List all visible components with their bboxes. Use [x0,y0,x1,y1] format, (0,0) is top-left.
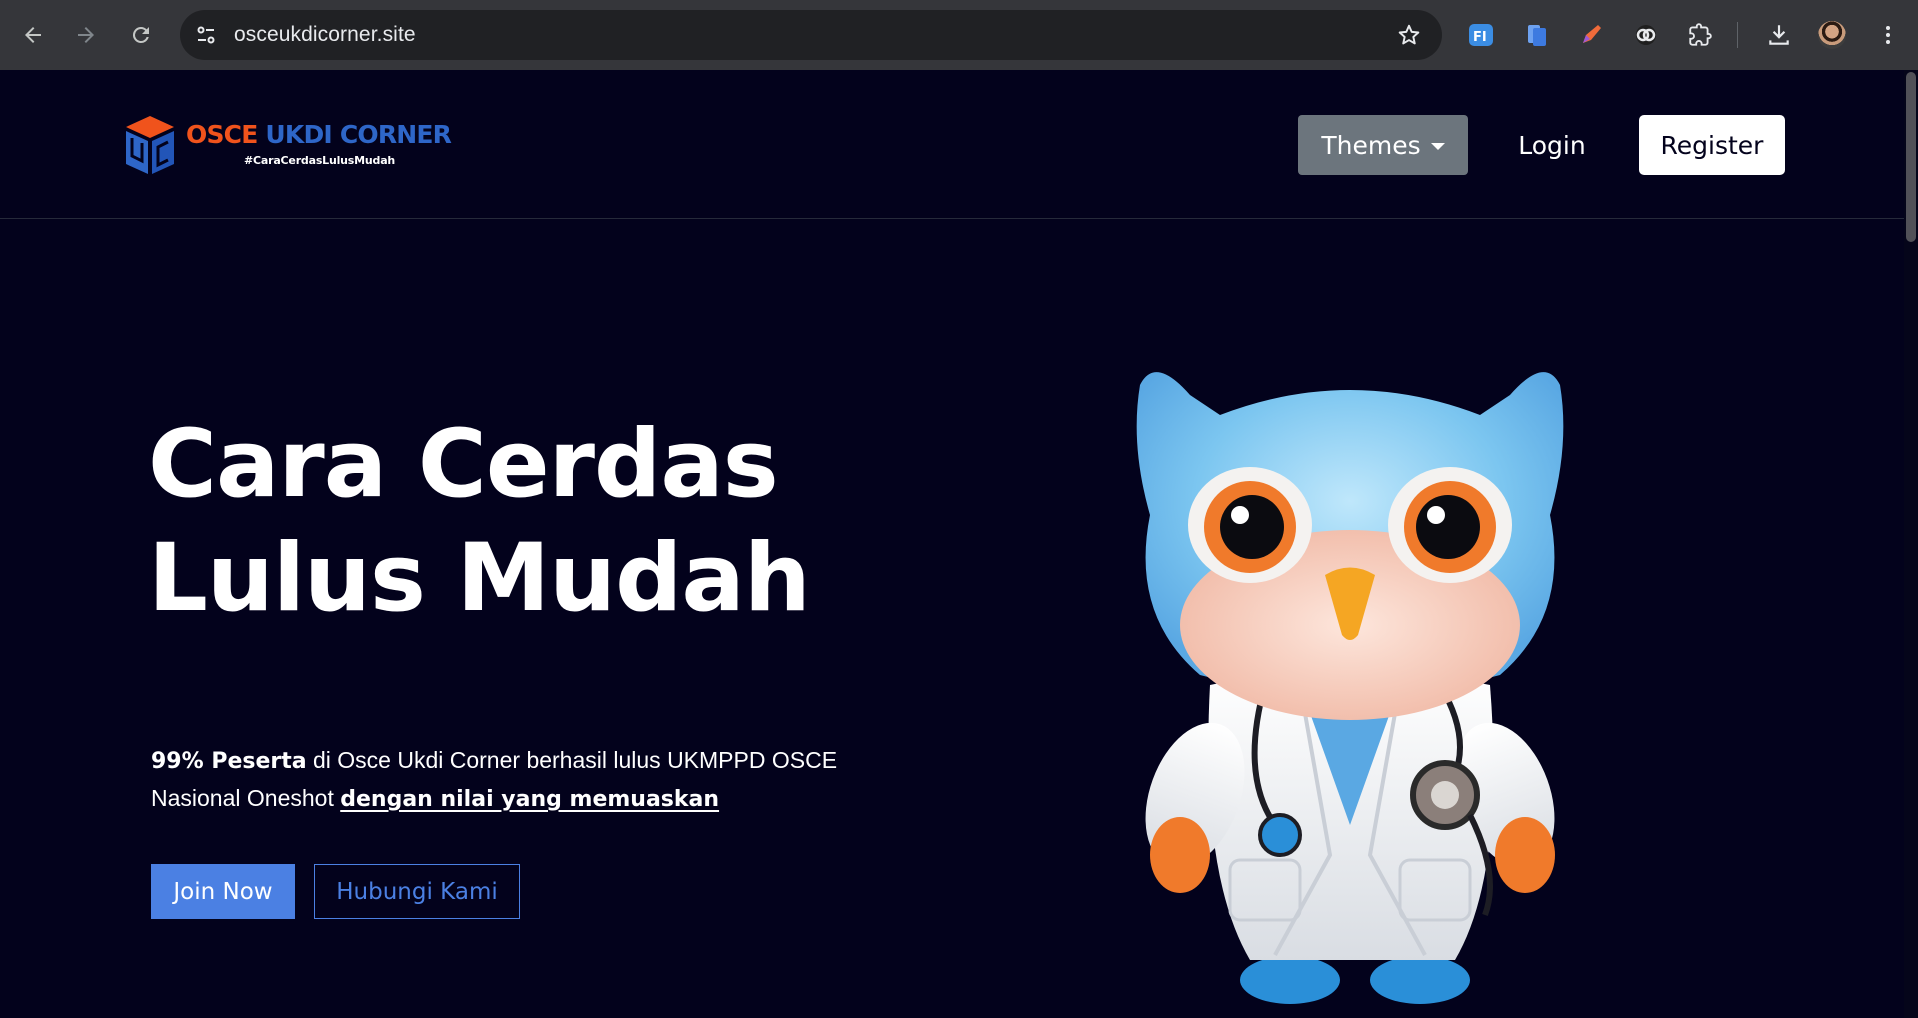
reload-icon[interactable] [123,17,159,53]
site-header: OSCE UKDI CORNER #CaraCerdasLulusMudah T… [0,70,1904,219]
hero-description: 99% Peserta di Osce Ukdi Corner berhasil… [151,742,851,818]
hero-title-line2: Lulus Mudah [148,524,811,633]
profile-avatar[interactable] [1818,21,1846,49]
logo-word-ukdi-corner: UKDI CORNER [265,120,452,149]
bookmark-star-icon[interactable] [1396,22,1422,48]
pen-extension-icon[interactable] [1575,19,1607,51]
svg-text:FI: FI [1473,30,1487,45]
toolbar-separator [1737,22,1738,48]
caret-down-icon [1430,142,1445,150]
translate-extension-icon[interactable]: FI [1465,19,1497,51]
link-extension-icon[interactable] [1630,19,1662,51]
more-menu-icon[interactable] [1872,19,1904,51]
login-link[interactable]: Login [1500,115,1604,175]
hero-title: Cara Cerdas Lulus Mudah [148,408,811,636]
download-icon[interactable] [1763,19,1795,51]
contact-us-button[interactable]: Hubungi Kami [314,864,520,919]
forward-arrow-icon[interactable] [68,17,104,53]
browser-toolbar: osceukdicorner.site FI [0,0,1918,70]
address-bar[interactable]: osceukdicorner.site [180,10,1442,60]
cube-logo-icon [126,116,174,174]
logo-wordmark: OSCE UKDI CORNER [186,120,452,149]
puzzle-extensions-icon[interactable] [1684,19,1716,51]
join-now-button[interactable]: Join Now [151,864,295,919]
hero-desc-link: dengan nilai yang memuaskan [340,787,720,812]
logo-word-osce: OSCE [186,120,258,149]
url-text[interactable]: osceukdicorner.site [234,23,416,47]
site-logo[interactable]: OSCE UKDI CORNER #CaraCerdasLulusMudah [122,114,452,176]
owl-doctor-mascot [1136,372,1564,1004]
docs-extension-icon[interactable] [1521,19,1553,51]
back-arrow-icon[interactable] [15,17,51,53]
register-button[interactable]: Register [1639,115,1785,175]
hero-title-line1: Cara Cerdas [148,410,779,519]
scrollbar-thumb[interactable] [1906,72,1916,242]
themes-label: Themes [1321,130,1421,160]
site-settings-icon[interactable] [194,23,218,47]
hero-desc-highlight: 99% Peserta [151,749,307,774]
logo-tagline: #CaraCerdasLulusMudah [244,154,396,167]
themes-dropdown-button[interactable]: Themes [1298,115,1468,175]
